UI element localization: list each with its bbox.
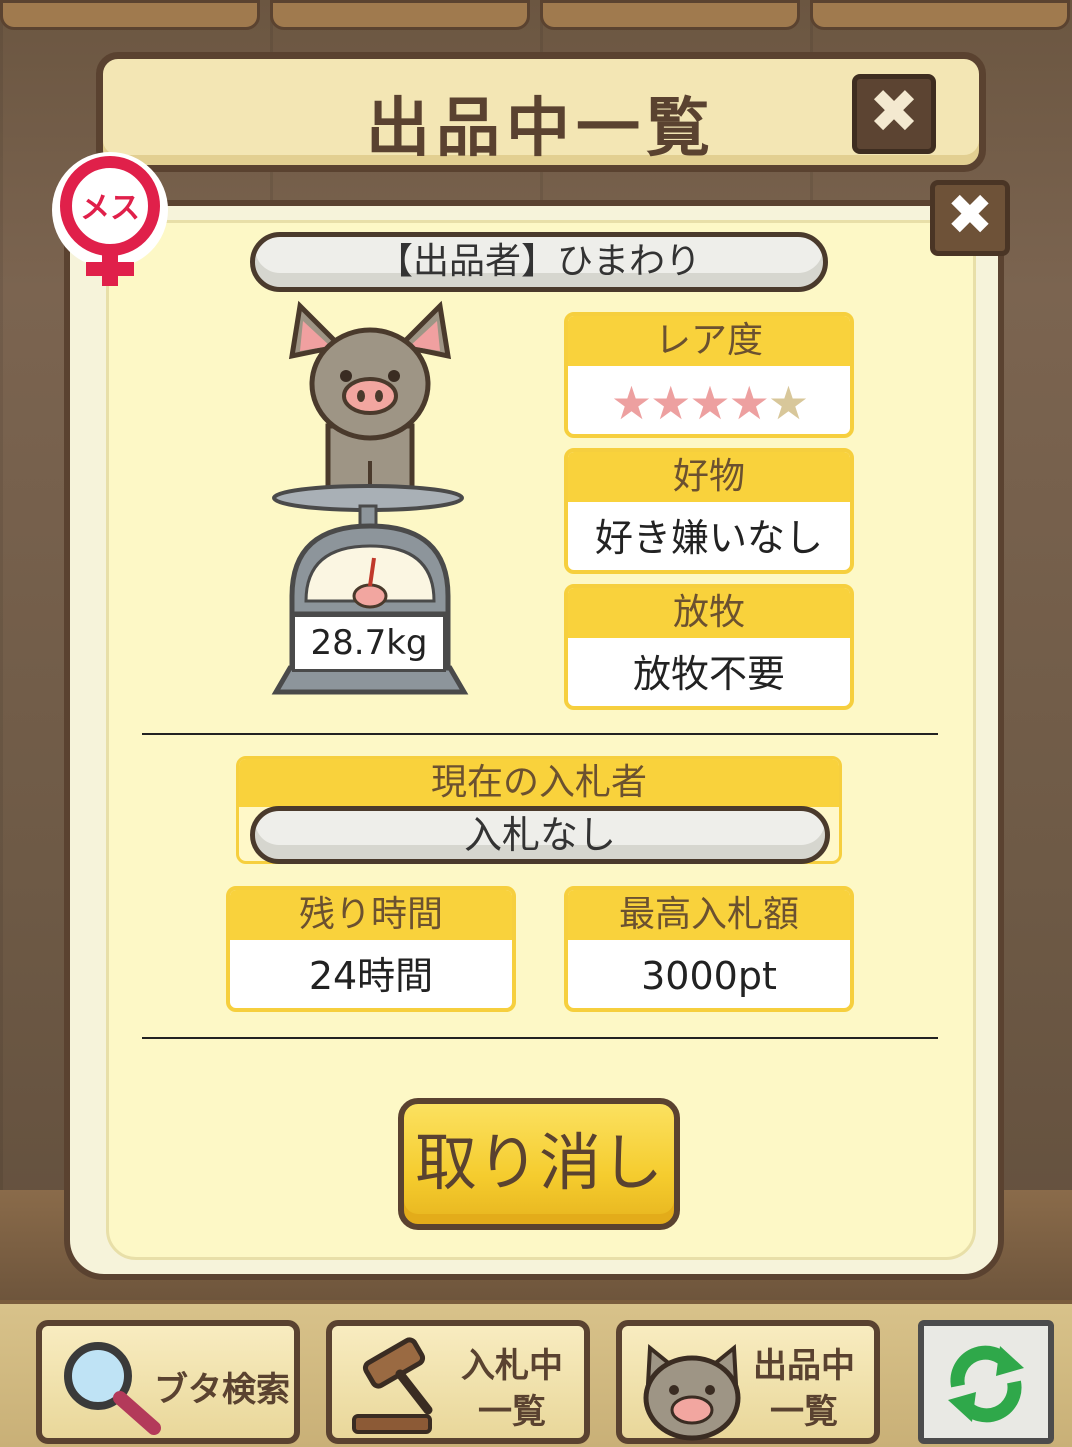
close-screen-button[interactable]: ✖	[852, 74, 936, 154]
divider	[142, 1037, 938, 1039]
pig-search-button[interactable]: ブタ検索	[36, 1320, 300, 1444]
favorite-label: 好物	[568, 452, 850, 502]
close-dialog-button[interactable]: ✖	[930, 180, 1010, 256]
gavel-icon	[352, 1337, 433, 1434]
star-icon: ★	[689, 376, 730, 430]
listing-list-label-1: 出品中	[753, 1346, 855, 1386]
grazing-label: 放牧	[568, 588, 850, 638]
female-gender-icon: メス	[52, 152, 168, 286]
max-bid-label: 最高入札額	[568, 890, 850, 940]
grazing-box: 放牧 放牧不要	[564, 584, 854, 710]
rarity-label: レア度	[568, 316, 850, 366]
weight-display: 28.7kg	[292, 614, 446, 672]
refresh-button[interactable]	[918, 1320, 1054, 1444]
refresh-icon	[948, 1345, 1024, 1423]
time-left-box: 残り時間 24時間	[226, 886, 516, 1012]
pig-search-label: ブタ検索	[154, 1370, 290, 1410]
max-bid-value: 3000pt	[641, 954, 777, 998]
listing-list-button[interactable]: 出品中 一覧	[616, 1320, 880, 1444]
rarity-stars: ★★★★★	[568, 366, 850, 434]
listing-list-label-2: 一覧	[770, 1392, 838, 1432]
pig-eye	[340, 370, 352, 382]
star-icon: ★	[650, 376, 691, 430]
current-bidder-label: 現在の入札者	[239, 759, 839, 807]
bidding-list-label-2: 一覧	[478, 1392, 546, 1432]
seller-name: 【出品者】ひまわり	[250, 232, 828, 292]
time-left-value: 24時間	[308, 954, 434, 998]
favorite-value: 好き嫌いなし	[594, 516, 823, 560]
pig-snout	[342, 377, 398, 415]
top-plank	[270, 0, 530, 30]
top-plank	[0, 0, 260, 30]
bidding-list-button[interactable]: 入札中 一覧	[326, 1320, 590, 1444]
pig-eye	[388, 370, 400, 382]
max-bid-box: 最高入札額 3000pt	[564, 886, 854, 1012]
divider	[142, 733, 938, 735]
gender-label: メス	[80, 191, 140, 226]
rarity-box: レア度 ★★★★★	[564, 312, 854, 438]
time-left-label: 残り時間	[230, 890, 512, 940]
star-icon: ★	[610, 376, 652, 430]
star-icon: ★	[767, 376, 809, 430]
current-bidder-value: 入札なし	[250, 806, 830, 864]
bidding-list-label-1: 入札中	[461, 1346, 563, 1386]
top-plank	[540, 0, 800, 30]
cancel-listing-button[interactable]: 取り消し	[398, 1098, 680, 1230]
top-plank	[810, 0, 1070, 30]
favorite-box: 好物 好き嫌いなし	[564, 448, 854, 574]
star-icon: ★	[728, 376, 770, 430]
page-title: 出品中一覧	[366, 92, 716, 166]
grazing-value: 放牧不要	[632, 652, 785, 696]
